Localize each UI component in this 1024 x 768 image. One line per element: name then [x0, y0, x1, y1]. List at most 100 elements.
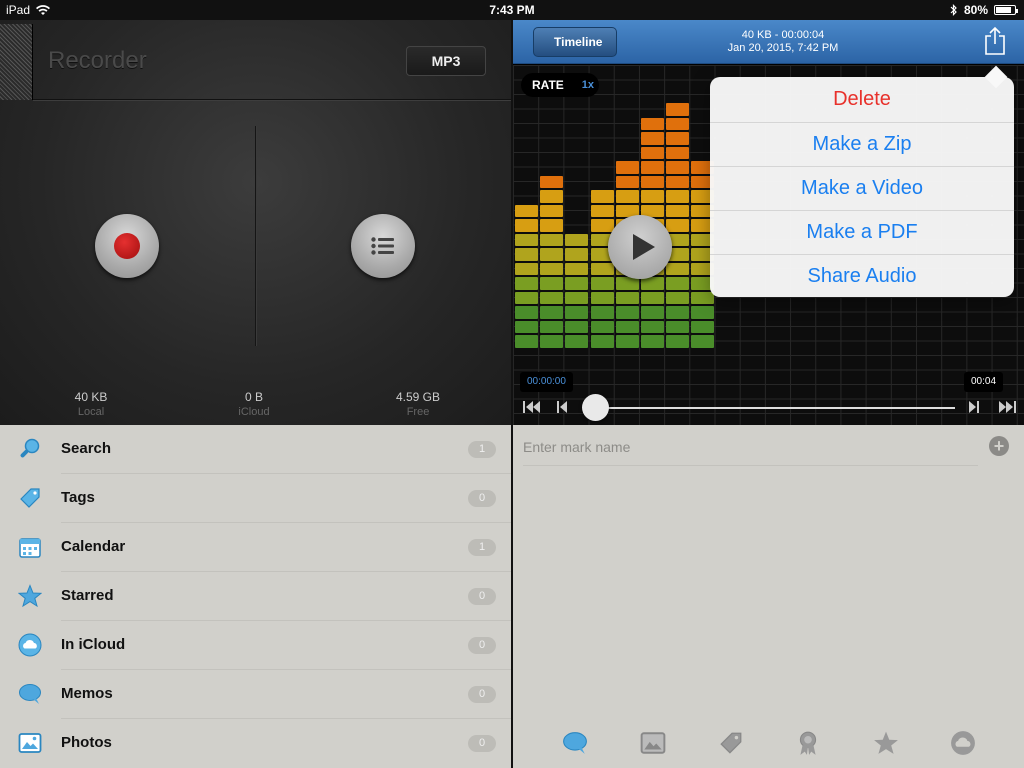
equalizer-cell: [590, 291, 614, 304]
count-badge: 0: [468, 735, 496, 752]
sidebar-item-memos[interactable]: Memos 0: [0, 670, 512, 719]
equalizer-cell: [641, 161, 664, 174]
rate-label: RATE: [532, 78, 564, 92]
equalizer-cell: [565, 233, 589, 246]
play-button[interactable]: [608, 215, 672, 279]
cloud-icon[interactable]: [950, 730, 976, 756]
menu-item-make-pdf[interactable]: Make a PDF: [710, 210, 1014, 254]
equalizer-cell: [666, 175, 690, 188]
equalizer-cell: [666, 190, 690, 203]
speech-bubble-icon: [19, 684, 41, 704]
sidebar-item-tags[interactable]: Tags 0: [0, 474, 512, 523]
recorder-panel: Recorder MP3 40 KB Local 0 B iCloud 4.59…: [0, 20, 512, 425]
calendar-icon: [19, 538, 41, 558]
photo-icon[interactable]: [640, 730, 666, 756]
badge-icon[interactable]: [795, 730, 821, 756]
scrubber-thumb[interactable]: [582, 394, 609, 421]
share-menu-popover: Delete Make a Zip Make a Video Make a PD…: [710, 77, 1014, 297]
microphone-grille-icon: [0, 24, 33, 100]
equalizer-cell: [515, 320, 538, 333]
menu-item-share-audio[interactable]: Share Audio: [710, 254, 1014, 298]
mark-name-input[interactable]: [523, 437, 978, 457]
equalizer-cell: [641, 335, 664, 348]
equalizer-cell: [515, 291, 538, 304]
equalizer-cell: [641, 132, 664, 145]
cloud-icon: [18, 633, 42, 657]
sidebar-item-search[interactable]: Search 1: [0, 425, 512, 474]
sidebar-item-photos[interactable]: Photos 0: [0, 719, 512, 768]
equalizer-cell: [615, 277, 639, 290]
equalizer-cell: [515, 335, 538, 348]
equalizer-cell: [540, 175, 564, 188]
back-button-label: Timeline: [554, 35, 603, 49]
equalizer-cell: [615, 306, 639, 319]
equalizer-cell: [590, 204, 614, 217]
equalizer-cell: [515, 233, 538, 246]
speech-bubble-icon[interactable]: [562, 730, 588, 756]
equalizer-cell: [565, 320, 589, 333]
stat-local: 40 KB Local: [31, 390, 151, 418]
equalizer-cell: [615, 190, 639, 203]
stat-value: 40 KB: [74, 390, 108, 404]
menu-item-make-zip[interactable]: Make a Zip: [710, 122, 1014, 166]
equalizer-cell: [540, 204, 564, 217]
count-badge: 0: [468, 490, 496, 507]
equalizer-cell: [565, 306, 589, 319]
skip-to-start-icon[interactable]: [522, 397, 542, 417]
back-button-timeline[interactable]: Timeline: [533, 27, 618, 57]
equalizer-cell: [565, 291, 589, 304]
count-badge: 0: [468, 637, 496, 654]
equalizer-cell: [666, 219, 690, 232]
rate-button[interactable]: RATE 1x: [521, 73, 599, 97]
menu-item-delete[interactable]: Delete: [710, 77, 1014, 121]
equalizer-cell: [515, 248, 538, 261]
recording-date: Jan 20, 2015, 7:42 PM: [727, 42, 839, 54]
record-button[interactable]: [95, 214, 159, 278]
equalizer-cell: [641, 117, 664, 130]
skip-to-end-icon[interactable]: [997, 397, 1017, 417]
status-bar: iPad 7:43 PM 80%: [0, 0, 1024, 20]
equalizer-cell: [641, 320, 664, 333]
end-time: 00:04: [964, 372, 1004, 392]
recorder-title: Recorder: [48, 47, 147, 74]
format-button[interactable]: MP3: [406, 46, 486, 76]
sidebar-item-calendar[interactable]: Calendar 1: [0, 523, 512, 572]
equalizer-cell: [666, 132, 690, 145]
equalizer-cell: [515, 219, 538, 232]
equalizer-cell: [666, 320, 690, 333]
equalizer-cell: [590, 335, 614, 348]
tag-icon[interactable]: [718, 730, 744, 756]
stat-label: Free: [406, 406, 430, 418]
sidebar-item-label: Tags: [61, 489, 95, 506]
menu-item-make-video[interactable]: Make a Video: [710, 166, 1014, 210]
status-time: 7:43 PM: [489, 3, 535, 17]
sidebar-item-icloud[interactable]: In iCloud 0: [0, 621, 512, 670]
equalizer-cell: [691, 335, 715, 348]
player-nav-bar: Timeline 40 KB - 00:00:04 Jan 20, 2015, …: [513, 20, 1024, 64]
equalizer-cell: [515, 277, 538, 290]
scrubber-track[interactable]: [596, 407, 955, 409]
equalizer-cell: [590, 277, 614, 290]
equalizer-cell: [666, 277, 690, 290]
equalizer-cell: [666, 146, 690, 159]
equalizer-cell: [540, 248, 564, 261]
tag-icon: [20, 488, 40, 508]
divider: [523, 465, 978, 466]
equalizer-cell: [515, 204, 538, 217]
equalizer-cell: [666, 204, 690, 217]
equalizer-cell: [666, 306, 690, 319]
sidebar-item-starred[interactable]: Starred 0: [0, 572, 512, 621]
add-mark-button[interactable]: +: [989, 436, 1009, 456]
next-mark-icon[interactable]: [967, 397, 981, 417]
equalizer-cell: [540, 219, 564, 232]
equalizer-cell: [515, 262, 538, 275]
previous-mark-icon[interactable]: [555, 397, 569, 417]
stat-value: 4.59 GB: [395, 390, 441, 404]
equalizer-cell: [615, 320, 639, 333]
star-icon[interactable]: [873, 730, 899, 756]
sidebar-list: Search 1 Tags 0 Calendar 1 Starred 0 In …: [0, 425, 512, 768]
recordings-list-button[interactable]: [351, 214, 415, 278]
share-icon[interactable]: [983, 26, 1007, 56]
list-icon: [371, 237, 394, 255]
sidebar-item-label: Calendar: [61, 538, 126, 555]
